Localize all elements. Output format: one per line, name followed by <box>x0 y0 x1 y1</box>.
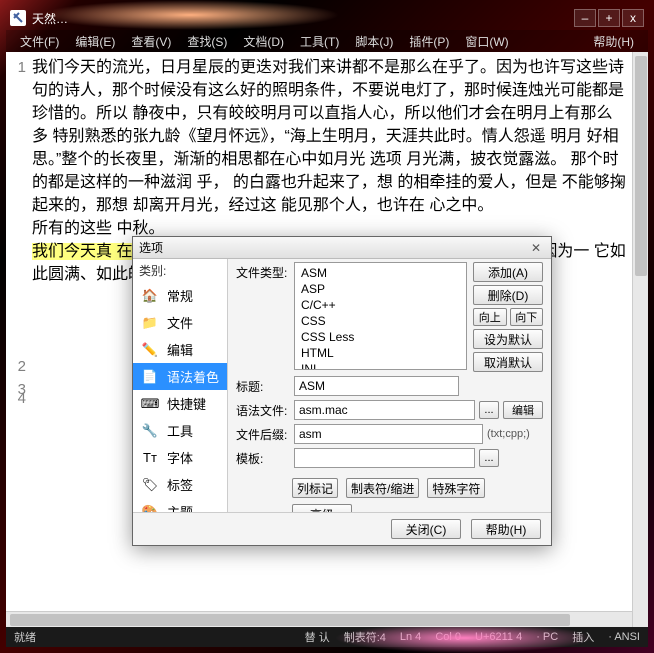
scrollbar-thumb[interactable] <box>10 614 570 626</box>
line-number: 4 <box>6 387 28 410</box>
up-button[interactable]: 向上 <box>473 308 507 326</box>
unset-default-button[interactable]: 取消默认 <box>473 352 543 372</box>
status-unicode: U+6211 4 <box>475 631 522 643</box>
ft-item-asp[interactable]: ASP <box>299 281 462 297</box>
status-pc: · PC <box>536 631 558 643</box>
home-icon: 🏠 <box>139 287 161 305</box>
cat-font[interactable]: T⁠т字体 <box>133 444 227 471</box>
ft-item-less[interactable]: CSS Less <box>299 329 462 345</box>
scrollbar-thumb[interactable] <box>635 56 647 276</box>
folder-icon: 📁 <box>139 314 161 332</box>
status-ins: 插入 <box>572 629 594 645</box>
cat-syntax[interactable]: 📄语法着色 <box>133 363 227 390</box>
cat-edit[interactable]: ✏️编辑 <box>133 336 227 363</box>
cat-theme[interactable]: 🎨主题 <box>133 498 227 512</box>
editor-area[interactable]: 1 2 3 4 我们今天的流光，日月星辰的更迭对我们来讲都不是那么在乎了。因为也… <box>6 52 648 627</box>
tag-icon: 🏷 <box>139 476 161 494</box>
dialog-close-button[interactable]: ✕ <box>527 240 545 256</box>
pencil-icon: ✏️ <box>139 341 161 359</box>
line-number: 1 <box>6 56 28 79</box>
status-ready: 就绪 <box>14 629 36 645</box>
window-title: 天然… <box>32 10 68 27</box>
minimize-button[interactable]: – <box>574 9 596 27</box>
category-panel: 类别: 🏠常规 📁文件 ✏️编辑 📄语法着色 ⌨快捷键 🔧工具 T⁠т字体 🏷标… <box>133 259 228 512</box>
menubar: 文件(F) 编辑(E) 查看(V) 查找(S) 文档(D) 工具(T) 脚本(J… <box>6 30 648 52</box>
cat-label[interactable]: 🏷标签 <box>133 471 227 498</box>
add-button[interactable]: 添加(A) <box>473 262 543 282</box>
status-seg: 替 认 <box>305 629 330 645</box>
grammar-input[interactable] <box>294 400 475 420</box>
filetype-header: 文件类型: <box>236 262 288 281</box>
template-input[interactable] <box>294 448 475 468</box>
statusbar: 就绪 替 认 制表符:4 Ln 4 Col 0 U+6211 4 · PC 插入… <box>6 627 648 647</box>
menu-search[interactable]: 查找(S) <box>179 31 235 52</box>
options-dialog: 选项 ✕ 类别: 🏠常规 📁文件 ✏️编辑 📄语法着色 ⌨快捷键 🔧工具 T⁠т… <box>132 236 552 546</box>
syntax-icon: 📄 <box>139 368 161 386</box>
ext-input[interactable] <box>294 424 483 444</box>
ext-hint: (txt;cpp;) <box>487 428 543 440</box>
ft-item-cpp[interactable]: C/C++ <box>299 297 462 313</box>
ext-label: 文件后缀: <box>236 426 290 443</box>
font-icon: T⁠т <box>139 449 161 467</box>
status-enc: · ANSI <box>608 631 640 643</box>
scrollbar-vertical[interactable] <box>632 52 648 627</box>
theme-icon: 🎨 <box>139 503 161 513</box>
dialog-help-btn[interactable]: 帮助(H) <box>471 519 541 539</box>
column-marker-button[interactable]: 列标记 <box>292 478 338 498</box>
app-icon <box>10 10 26 26</box>
dialog-titlebar[interactable]: 选项 ✕ <box>133 237 551 259</box>
ft-item-asm[interactable]: ASM <box>299 265 462 281</box>
cat-tools[interactable]: 🔧工具 <box>133 417 227 444</box>
paragraph-1[interactable]: 我们今天的流光，日月星辰的更迭对我们来讲都不是那么在乎了。因为也许写这些诗句的诗… <box>32 56 626 217</box>
edit-button[interactable]: 编辑 <box>503 401 543 419</box>
ft-item-css[interactable]: CSS <box>299 313 462 329</box>
keyboard-icon: ⌨ <box>139 395 161 413</box>
status-col: Col 0 <box>435 631 461 643</box>
menu-script[interactable]: 脚本(J) <box>347 31 401 52</box>
title-input[interactable] <box>294 376 459 396</box>
settings-panel: 文件类型: ASM ASP C/C++ CSS CSS Less HTML IN… <box>228 259 551 512</box>
browse-template-button[interactable]: ... <box>479 449 499 467</box>
menu-plugin[interactable]: 插件(P) <box>401 31 457 52</box>
close-button[interactable]: x <box>622 9 644 27</box>
cat-general[interactable]: 🏠常规 <box>133 282 227 309</box>
ft-item-ini[interactable]: INI <box>299 361 462 370</box>
grammar-label: 语法文件: <box>236 402 290 419</box>
dialog-close-btn[interactable]: 关闭(C) <box>391 519 461 539</box>
maximize-button[interactable]: + <box>598 9 620 27</box>
delete-button[interactable]: 删除(D) <box>473 285 543 305</box>
status-tabs: 制表符:4 <box>344 629 386 645</box>
status-line: Ln 4 <box>400 631 421 643</box>
menu-view[interactable]: 查看(V) <box>123 31 179 52</box>
menu-help[interactable]: 帮助(H) <box>585 31 642 52</box>
wrench-icon: 🔧 <box>139 422 161 440</box>
tab-indent-button[interactable]: 制表符/缩进 <box>346 478 419 498</box>
template-label: 模板: <box>236 450 290 467</box>
category-header: 类别: <box>133 259 227 282</box>
set-default-button[interactable]: 设为默认 <box>473 329 543 349</box>
menu-edit[interactable]: 编辑(E) <box>67 31 123 52</box>
filetype-list[interactable]: ASM ASP C/C++ CSS CSS Less HTML INI <box>294 262 467 370</box>
cat-file[interactable]: 📁文件 <box>133 309 227 336</box>
dialog-title: 选项 <box>139 239 163 256</box>
scrollbar-horizontal[interactable] <box>6 611 632 627</box>
title-label: 标题: <box>236 378 290 395</box>
menu-tools[interactable]: 工具(T) <box>292 31 347 52</box>
down-button[interactable]: 向下 <box>510 308 544 326</box>
advanced-button[interactable]: 高级 <box>292 504 352 512</box>
titlebar: 天然… – + x <box>6 6 648 30</box>
cat-shortcut[interactable]: ⌨快捷键 <box>133 390 227 417</box>
menu-window[interactable]: 窗口(W) <box>457 31 516 52</box>
menu-file[interactable]: 文件(F) <box>12 31 67 52</box>
menu-document[interactable]: 文档(D) <box>235 31 292 52</box>
line-number: 2 <box>6 355 28 378</box>
browse-grammar-button[interactable]: ... <box>479 401 499 419</box>
ft-item-html[interactable]: HTML <box>299 345 462 361</box>
special-chars-button[interactable]: 特殊字符 <box>427 478 485 498</box>
